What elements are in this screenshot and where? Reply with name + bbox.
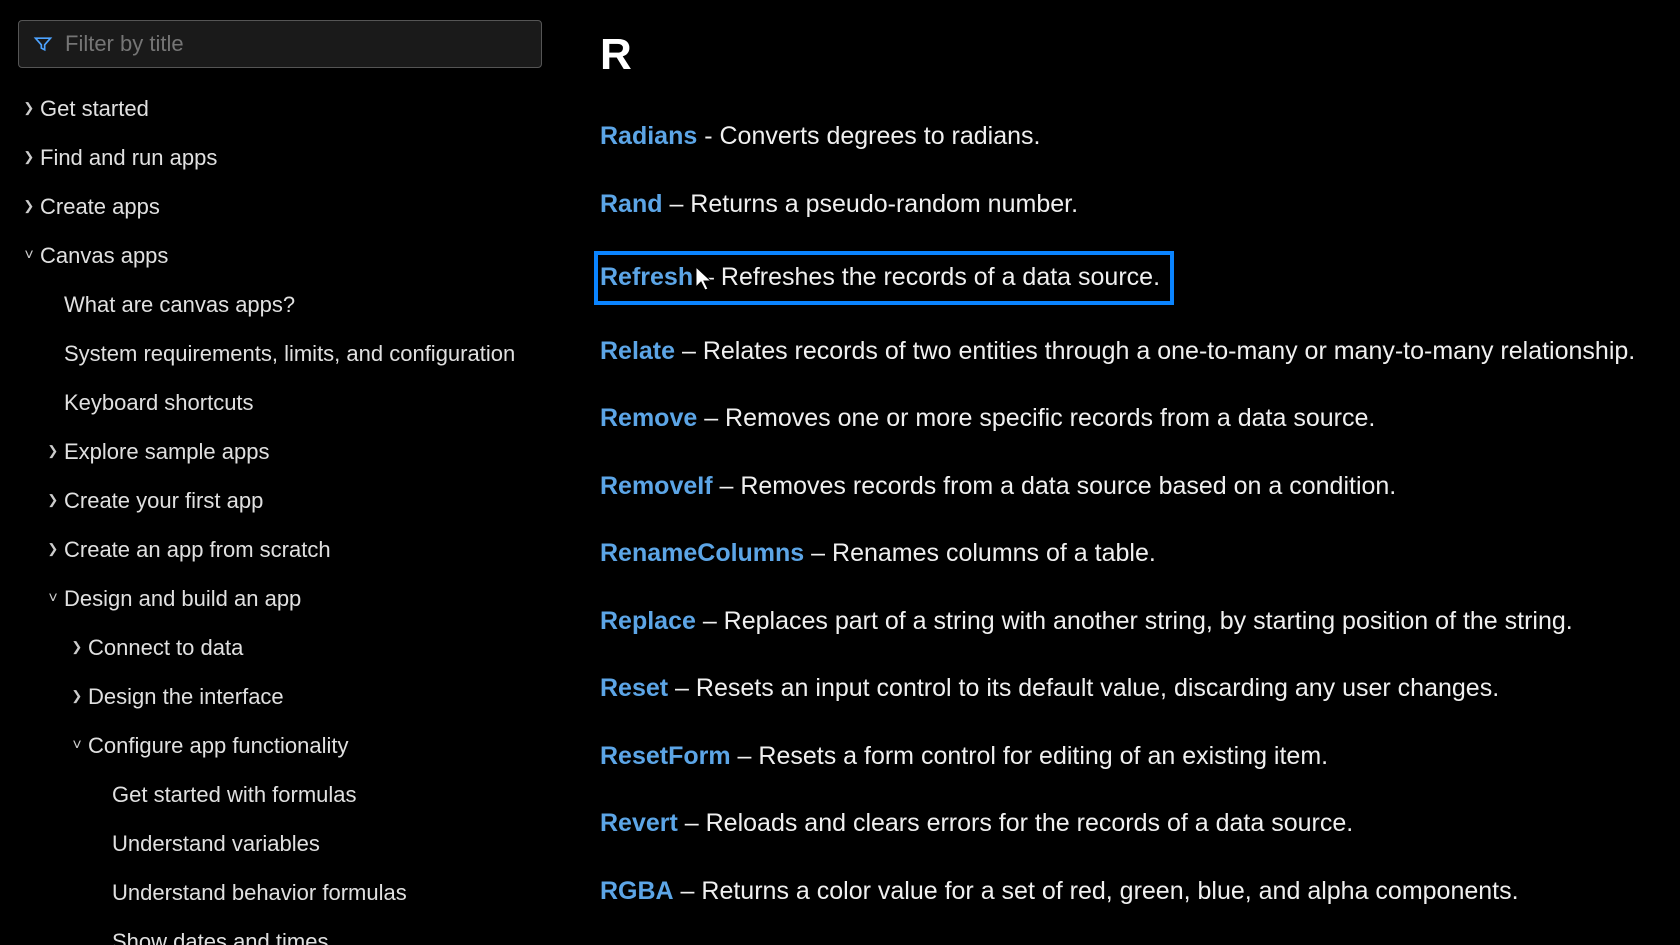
chevron-down-icon[interactable]: [18, 244, 40, 268]
nav-item[interactable]: Show dates and times: [18, 917, 542, 945]
nav-item[interactable]: Create your first app: [18, 476, 542, 525]
function-link[interactable]: RenameColumns: [600, 539, 804, 567]
nav-item-label: Get started: [40, 92, 149, 125]
function-link[interactable]: Rand: [600, 190, 663, 218]
chevron-right-icon[interactable]: [66, 636, 88, 660]
nav-item[interactable]: Design and build an app: [18, 574, 542, 623]
function-link[interactable]: RGBA: [600, 877, 674, 905]
nav-item[interactable]: Connect to data: [18, 623, 542, 672]
function-description: – Replaces part of a string with another…: [696, 607, 1573, 635]
function-link[interactable]: Refresh: [600, 263, 693, 291]
reference-entry: Relate – Relates records of two entities…: [600, 331, 1640, 373]
chevron-down-icon[interactable]: [66, 734, 88, 758]
reference-entry: Refresh – Refreshes the records of a dat…: [594, 251, 1174, 305]
function-description: – Returns a pseudo-random number.: [663, 190, 1079, 218]
nav-item[interactable]: Explore sample apps: [18, 427, 542, 476]
reference-entry: Rand – Returns a pseudo-random number.: [600, 184, 1640, 226]
entries-list: Radians - Converts degrees to radians.Ra…: [600, 116, 1640, 945]
function-link[interactable]: ResetForm: [600, 742, 731, 770]
chevron-right-icon[interactable]: [42, 440, 64, 464]
nav-item[interactable]: System requirements, limits, and configu…: [18, 329, 542, 378]
nav-item-label: Design the interface: [88, 680, 284, 713]
nav-item-label: Create apps: [40, 190, 160, 223]
reference-entry: ResetForm – Resets a form control for ed…: [600, 736, 1640, 778]
nav-item-label: Canvas apps: [40, 239, 168, 272]
sidebar: Get started Find and run apps Create apps C…: [0, 0, 560, 945]
chevron-right-icon[interactable]: [42, 538, 64, 562]
reference-entry: Right – Returns the right-most portion o…: [600, 938, 1640, 945]
nav-item[interactable]: Understand behavior formulas: [18, 868, 542, 917]
main-content: R Radians - Converts degrees to radians.…: [560, 0, 1680, 945]
function-description: – Relates records of two entities throug…: [675, 337, 1635, 365]
chevron-right-icon[interactable]: [18, 146, 40, 170]
reference-entry: Remove – Removes one or more specific re…: [600, 398, 1640, 440]
nav-item[interactable]: Keyboard shortcuts: [18, 378, 542, 427]
nav-item-label: Create an app from scratch: [64, 533, 331, 566]
nav-item[interactable]: Get started with formulas: [18, 770, 542, 819]
function-description: - Converts degrees to radians.: [697, 122, 1040, 150]
filter-box[interactable]: [18, 20, 542, 68]
section-heading: R: [600, 30, 1640, 80]
nav-item[interactable]: Understand variables: [18, 819, 542, 868]
nav-item[interactable]: Find and run apps: [18, 133, 542, 182]
nav-item-label: Design and build an app: [64, 582, 301, 615]
reference-entry: Reset – Resets an input control to its d…: [600, 668, 1640, 710]
nav-item[interactable]: Get started: [18, 84, 542, 133]
nav-item-label: Configure app functionality: [88, 729, 349, 762]
reference-entry: Radians - Converts degrees to radians.: [600, 116, 1640, 158]
function-description: – Resets a form control for editing of a…: [731, 742, 1329, 770]
nav-item-label: Keyboard shortcuts: [64, 386, 254, 419]
filter-icon: [33, 34, 53, 54]
chevron-down-icon[interactable]: [42, 587, 64, 611]
nav-item[interactable]: What are canvas apps?: [18, 280, 542, 329]
chevron-right-icon[interactable]: [18, 97, 40, 121]
reference-entry: Revert – Reloads and clears errors for t…: [600, 803, 1640, 845]
filter-input[interactable]: [65, 31, 527, 57]
function-description: – Returns a color value for a set of red…: [674, 877, 1519, 905]
function-link[interactable]: Revert: [600, 809, 678, 837]
chevron-right-icon[interactable]: [66, 685, 88, 709]
function-description: – Refreshes the records of a data source…: [693, 263, 1160, 291]
function-link[interactable]: Relate: [600, 337, 675, 365]
function-link[interactable]: Remove: [600, 404, 697, 432]
reference-entry: RGBA – Returns a color value for a set o…: [600, 871, 1640, 913]
reference-entry: RenameColumns – Renames columns of a tab…: [600, 533, 1640, 575]
function-link[interactable]: RemoveIf: [600, 472, 713, 500]
nav-item-label: Understand behavior formulas: [112, 876, 407, 909]
nav-tree[interactable]: Get started Find and run apps Create apps C…: [18, 84, 542, 945]
nav-item-label: Find and run apps: [40, 141, 217, 174]
reference-entry: Replace – Replaces part of a string with…: [600, 601, 1640, 643]
nav-item[interactable]: Configure app functionality: [18, 721, 542, 770]
chevron-right-icon[interactable]: [42, 489, 64, 513]
chevron-right-icon[interactable]: [18, 195, 40, 219]
function-link[interactable]: Radians: [600, 122, 697, 150]
nav-item-label: Connect to data: [88, 631, 243, 664]
function-description: – Removes one or more specific records f…: [697, 404, 1375, 432]
nav-item-label: Show dates and times: [112, 925, 328, 945]
nav-item[interactable]: Create an app from scratch: [18, 525, 542, 574]
nav-item-label: What are canvas apps?: [64, 288, 295, 321]
function-description: – Renames columns of a table.: [804, 539, 1156, 567]
reference-entry: RemoveIf – Removes records from a data s…: [600, 466, 1640, 508]
nav-item-label: Understand variables: [112, 827, 320, 860]
function-description: – Resets an input control to its default…: [668, 674, 1499, 702]
nav-item[interactable]: Design the interface: [18, 672, 542, 721]
function-link[interactable]: Reset: [600, 674, 668, 702]
function-description: – Removes records from a data source bas…: [713, 472, 1397, 500]
nav-item[interactable]: Create apps: [18, 182, 542, 231]
nav-item-label: Create your first app: [64, 484, 263, 517]
function-link[interactable]: Replace: [600, 607, 696, 635]
nav-item-label: Explore sample apps: [64, 435, 269, 468]
function-description: – Reloads and clears errors for the reco…: [678, 809, 1353, 837]
nav-item-label: Get started with formulas: [112, 778, 357, 811]
nav-item-label: System requirements, limits, and configu…: [64, 337, 515, 370]
nav-item[interactable]: Canvas apps: [18, 231, 542, 280]
